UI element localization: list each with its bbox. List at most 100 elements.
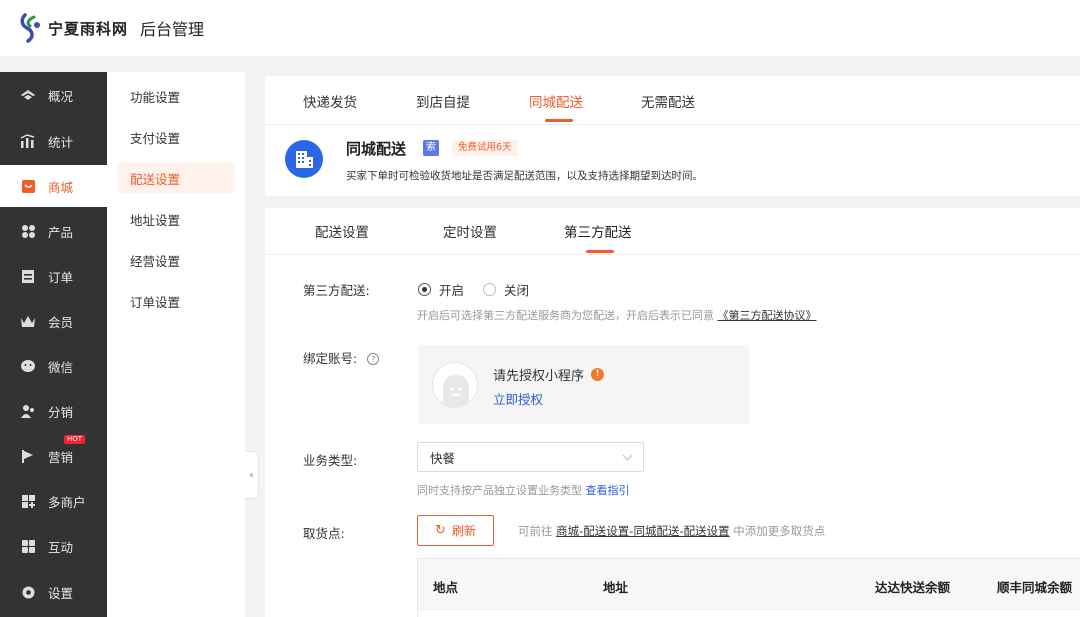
eye-icon [20, 87, 36, 103]
bind-account-label-text: 绑定账号: [303, 351, 358, 366]
page-title: 后台管理 [140, 20, 205, 39]
authorize-now-link[interactable]: 立即授权 [493, 389, 543, 408]
sidebar-item-interaction[interactable]: 互动 [0, 525, 107, 567]
tab-same-city[interactable]: 同城配送 [529, 91, 583, 111]
logo-text: 宁夏雨科网 [48, 19, 129, 38]
sidebar-item-label: 概况 [48, 88, 74, 104]
subnav-item-delivery[interactable]: 配送设置 [118, 163, 234, 193]
radio-dot [418, 283, 431, 296]
sidebar-item-label: 统计 [48, 134, 74, 150]
sidebar-item-members[interactable]: 会员 [0, 300, 107, 342]
sidebar-item-label: 设置 [48, 585, 74, 601]
order-icon [20, 268, 36, 284]
help-icon[interactable]: ? [367, 353, 380, 365]
column-location: 地点 [433, 580, 459, 595]
third-party-hint: 开启后可选择第三方配送服务商为您配送，开启后表示已同意 《第三方配送协议》 [417, 307, 817, 323]
authorize-box: 请先授权小程序 ! [418, 345, 749, 424]
hint-text: 开启后可选择第三方配送服务商为您配送，开启后表示已同意 [417, 309, 714, 322]
sidebar-item-label: 微信 [48, 359, 74, 375]
active-tab-indicator [545, 119, 573, 122]
column-sf-balance: 顺丰同城余额 [997, 580, 1073, 595]
users-icon [20, 403, 36, 419]
sidebar-item-wechat[interactable]: 微信 [0, 345, 107, 387]
sidebar-item-settings[interactable]: 设置 [0, 571, 107, 613]
radio-disable[interactable]: 关闭 [483, 280, 529, 299]
sidebar-item-marketing[interactable]: 营销 HOT [0, 435, 107, 477]
sub-nav: 功能设置 支付设置 配送设置 地址设置 经营设置 订单设置 [107, 72, 245, 617]
third-party-label: 第三方配送: [303, 283, 370, 298]
pickup-hint: 可前往 商城-配送设置-同城配送-配送设置 中添加更多取货点 [518, 523, 825, 539]
store-icon [20, 493, 36, 509]
sidebar-item-label: 分销 [48, 404, 74, 420]
collapse-sidebar-button[interactable]: ‹ [245, 451, 259, 499]
tab-third-party[interactable]: 第三方配送 [564, 221, 632, 241]
authorize-prompt: 请先授权小程序 ! [493, 365, 605, 384]
authorize-prompt-text: 请先授权小程序 [493, 369, 585, 384]
service-tag-badge: 索 [423, 140, 439, 156]
service-description: 买家下单时可检验收货地址是否满足配送范围，以及支持选择期望到达时间。 [346, 170, 703, 182]
logo-icon [18, 13, 44, 43]
chart-icon [20, 133, 36, 149]
column-address: 地址 [603, 580, 629, 595]
pickup-label: 取货点: [303, 526, 345, 541]
radio-enable[interactable]: 开启 [418, 280, 464, 299]
top-bar: 宁夏雨科网 后台管理 [0, 0, 1080, 56]
sidebar-item-stats[interactable]: 统计 [0, 120, 107, 162]
agreement-link[interactable]: 《第三方配送协议》 [718, 309, 817, 322]
subnav-item-payment[interactable]: 支付设置 [118, 122, 234, 152]
flag-icon [20, 448, 36, 464]
tab-delivery-settings[interactable]: 配送设置 [315, 221, 369, 241]
refresh-button[interactable]: ↻ 刷新 [417, 515, 494, 546]
sidebar: 概况 统计 商城 产品 订单 会员 微信 分销 营销 HOT 多商户 互动 设置 [0, 72, 107, 617]
subnav-item-function[interactable]: 功能设置 [118, 81, 234, 111]
sidebar-item-multi-merchant[interactable]: 多商户 [0, 480, 107, 522]
sidebar-item-label: 订单 [48, 269, 74, 285]
sidebar-item-orders[interactable]: 订单 [0, 255, 107, 297]
tab-express[interactable]: 快递发货 [303, 91, 357, 111]
radio-dot [483, 283, 496, 296]
trial-badge: 免费试用6天 [452, 140, 518, 156]
business-type-label: 业务类型: [303, 453, 358, 468]
sidebar-item-label: 商城 [48, 179, 74, 195]
crown-icon [20, 313, 36, 329]
business-type-select[interactable]: 快餐 [417, 442, 644, 472]
divider [265, 124, 1080, 125]
settings-card: 配送设置 定时设置 第三方配送 第三方配送: 开启 关闭 开启后可选择第三方配送… [265, 208, 1080, 617]
tab-timed-settings[interactable]: 定时设置 [443, 221, 497, 241]
select-value: 快餐 [430, 450, 456, 466]
sidebar-item-mall[interactable]: 商城 [0, 165, 107, 207]
subnav-item-address[interactable]: 地址设置 [118, 204, 234, 234]
refresh-icon: ↻ [435, 523, 446, 538]
sidebar-item-label: 互动 [48, 539, 74, 555]
shop-icon [20, 178, 36, 194]
divider [265, 254, 1080, 255]
column-dada-balance: 达达快送余额 [875, 580, 951, 595]
miniprogram-avatar-icon [432, 362, 478, 408]
warning-icon: ! [591, 368, 605, 381]
sidebar-item-overview[interactable]: 概况 [0, 74, 107, 116]
pickup-settings-link[interactable]: 商城-配送设置-同城配送-配送设置 [556, 524, 729, 538]
radio-disable-label: 关闭 [504, 283, 530, 298]
pickup-table: 地点 地址 达达快送余额 顺丰同城余额 [417, 558, 1080, 617]
tab-self-pickup[interactable]: 到店自提 [416, 91, 470, 111]
chat-icon [20, 538, 36, 554]
wechat-icon [20, 358, 36, 374]
guide-link[interactable]: 查看指引 [586, 484, 630, 497]
radio-enable-label: 开启 [439, 283, 465, 298]
subnav-item-business[interactable]: 经营设置 [118, 245, 234, 275]
sidebar-item-label: 营销 [48, 449, 74, 465]
tab-no-delivery[interactable]: 无需配送 [641, 91, 695, 111]
table-header: 地点 地址 达达快送余额 顺丰同城余额 [418, 559, 1080, 610]
hot-badge: HOT [64, 435, 86, 444]
sidebar-item-distribution[interactable]: 分销 [0, 390, 107, 432]
building-icon [285, 140, 323, 178]
chevron-left-icon: ‹ [249, 469, 254, 481]
subnav-item-order[interactable]: 订单设置 [118, 286, 234, 316]
sidebar-item-label: 产品 [48, 224, 74, 240]
chevron-down-icon [622, 450, 633, 461]
business-type-hint: 同时支持按产品独立设置业务类型 查看指引 [417, 482, 630, 498]
grid-icon [20, 223, 36, 239]
refresh-label: 刷新 [451, 524, 476, 538]
gear-icon [20, 584, 36, 600]
sidebar-item-products[interactable]: 产品 [0, 210, 107, 252]
